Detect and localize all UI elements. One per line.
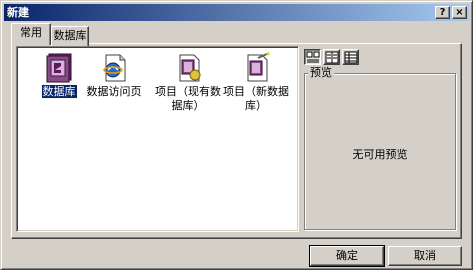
close-button[interactable]: ×: [452, 6, 467, 19]
list-item-label-line2: 据库）: [171, 99, 205, 112]
project-new-db-icon: [247, 52, 270, 82]
list-item-label: 数据访问页: [86, 85, 142, 98]
data-access-page-icon: [103, 54, 126, 82]
list-view-button[interactable]: [323, 49, 340, 65]
list-item-label-line1: 项目（新数据: [223, 85, 289, 98]
template-list[interactable]: 数据库 数据访问页 项目（现有数 据库） 项目（新数据 库）: [16, 46, 299, 232]
preview-empty-text: 无可用预览: [352, 148, 408, 161]
list-item-project-new-db[interactable]: 项目（新数据 库）: [219, 52, 293, 112]
large-icons-icon: [306, 51, 320, 63]
ok-button[interactable]: 确定: [309, 245, 385, 267]
title-bar[interactable]: 新建 ? ×: [4, 4, 469, 21]
tab-database[interactable]: 数据库: [51, 26, 89, 46]
help-button[interactable]: ?: [435, 6, 450, 19]
database-icon: [46, 53, 72, 83]
new-file-dialog: 新建 ? × 数据库 常用 数据库 数据访问页 项目（现有数 据库） 项目（新数…: [0, 0, 473, 270]
large-icons-view-button[interactable]: [304, 49, 321, 65]
list-item-project-existing-db[interactable]: 项目（现有数 据库）: [151, 52, 225, 112]
list-item-label: 数据库: [40, 84, 78, 99]
cancel-button[interactable]: 取消: [388, 246, 462, 266]
preview-label: 预览: [308, 66, 334, 79]
list-icon: [325, 51, 339, 64]
list-item-label-line1: 项目（现有数: [155, 85, 221, 98]
details-icon: [344, 51, 358, 64]
list-item-data-access-page[interactable]: 数据访问页: [82, 52, 146, 98]
list-item-label-line2: 库）: [245, 99, 267, 112]
window-title: 新建: [7, 6, 29, 19]
tab-common[interactable]: 常用: [11, 23, 51, 45]
details-view-button[interactable]: [342, 49, 359, 65]
project-existing-db-icon: [179, 54, 201, 82]
